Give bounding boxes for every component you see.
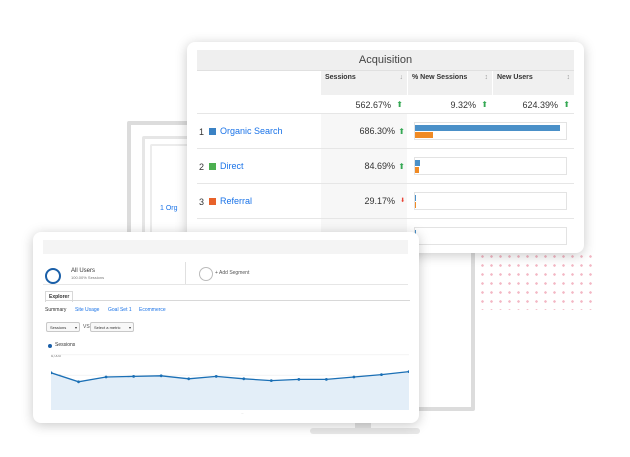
up-arrow-icon: ⬆: [398, 127, 405, 136]
channel-color-swatch: [209, 198, 216, 205]
total-new-users-value: 624.39%: [522, 100, 558, 110]
sessions-change-value: 29.17%: [364, 196, 395, 206]
segment-subtitle: 100.00% Sessions: [71, 275, 105, 280]
sessions-column-header[interactable]: Sessions ↓: [321, 71, 407, 95]
comparison-bar-orange: [415, 202, 416, 208]
sessions-point[interactable]: [242, 377, 246, 381]
sessions-label: Sessions: [325, 74, 356, 81]
sessions-point[interactable]: [104, 375, 108, 379]
comparison-bar-blue: [415, 125, 560, 131]
down-arrow-icon: ⬇: [399, 198, 405, 204]
total-new-users: 624.39% ⬆: [493, 96, 574, 112]
table-row[interactable]: 1 Organic Search 686.30% ⬆: [197, 113, 574, 149]
segment-title: All Users: [71, 268, 96, 274]
add-segment-icon[interactable]: [199, 267, 213, 281]
secondary-metric-select[interactable]: Select a metric ▾: [90, 322, 134, 332]
acquisition-header: Acquisition: [197, 50, 574, 71]
sessions-change: 29.17% ⬇: [321, 196, 407, 206]
channel-color-swatch: [209, 163, 216, 170]
comparison-bar-orange: [415, 167, 419, 173]
comparison-bar-blue: [415, 195, 416, 201]
sessions-change: 84.69% ⬆: [321, 161, 407, 171]
sessions-point[interactable]: [380, 373, 383, 376]
sessions-point[interactable]: [297, 378, 301, 381]
sessions-point[interactable]: [269, 379, 273, 382]
table-row[interactable]: 2 Direct 84.69% ⬆: [197, 148, 574, 184]
comparison-bar-container: [414, 227, 567, 245]
row-number: 3: [199, 197, 205, 207]
sessions-change-value: 84.69%: [364, 161, 395, 171]
up-arrow-icon: ⬆: [396, 100, 403, 109]
total-sessions: 562.67% ⬆: [321, 96, 407, 112]
row-number: 2: [199, 162, 205, 172]
new-sessions-label: % New Sessions: [412, 74, 468, 81]
tab-underline: [45, 300, 410, 301]
dot-pattern: [478, 252, 598, 310]
sessions-point[interactable]: [132, 375, 136, 378]
acquisition-card: Acquisition Sessions ↓ % New Sessions ↕ …: [187, 42, 584, 253]
new-sessions-column-header[interactable]: % New Sessions ↕: [408, 71, 492, 95]
segment-circle-icon[interactable]: [45, 268, 61, 284]
secondary-metric-value: Select a metric: [94, 325, 121, 330]
channel-link[interactable]: Organic Search: [220, 126, 283, 136]
subtab-summary[interactable]: Summary: [45, 307, 66, 313]
sessions-change-value: 686.30%: [359, 126, 395, 136]
channel-link[interactable]: Direct: [220, 161, 244, 171]
total-new-sessions-value: 9.32%: [450, 100, 476, 110]
sort-icon[interactable]: ↕: [485, 71, 489, 85]
metric-select[interactable]: Sessions ▾: [46, 322, 80, 332]
total-new-sessions: 9.32% ⬆: [408, 96, 492, 112]
total-sessions-value: 562.67%: [355, 100, 391, 110]
sessions-point[interactable]: [324, 378, 328, 381]
table-row[interactable]: 3 Referral 29.17% ⬇: [197, 183, 574, 219]
sessions-point[interactable]: [77, 380, 80, 384]
background-snippet: 1 Org: [160, 205, 178, 212]
comparison-bar-blue: [415, 160, 421, 166]
channel-link[interactable]: Referral: [220, 196, 252, 206]
legend-dot-icon: [48, 344, 52, 348]
up-arrow-icon: ⬆: [481, 100, 488, 109]
chevron-down-icon: ▾: [74, 325, 77, 330]
new-users-column-header[interactable]: New Users ↕: [493, 71, 574, 95]
add-segment-button[interactable]: + Add Segment: [215, 270, 249, 276]
comparison-bar-container: [414, 157, 567, 175]
subtab-goal-set-1[interactable]: Goal Set 1: [108, 307, 132, 313]
sort-icon[interactable]: ↕: [567, 71, 571, 85]
channel-color-swatch: [209, 128, 216, 135]
sort-down-icon[interactable]: ↓: [400, 71, 404, 85]
sessions-point[interactable]: [352, 375, 356, 379]
x-axis-label: ...: [241, 411, 244, 415]
new-users-label: New Users: [497, 74, 533, 81]
sessions-point[interactable]: [159, 374, 163, 378]
sessions-chart[interactable]: [51, 350, 409, 410]
column-headers: Sessions ↓ % New Sessions ↕ New Users ↕: [197, 71, 574, 95]
metric-select-value: Sessions: [50, 325, 67, 330]
subtab-ecommerce[interactable]: Ecommerce: [139, 307, 166, 313]
comparison-bar-orange: [415, 132, 434, 138]
monitor-base: [310, 428, 420, 434]
sessions-point[interactable]: [214, 375, 218, 378]
explorer-top-bar: [43, 240, 408, 254]
comparison-bar-container: [414, 192, 567, 210]
legend-label: Sessions: [55, 342, 76, 348]
row-number: 1: [199, 127, 205, 137]
explorer-card: All Users 100.00% Sessions + Add Segment…: [33, 232, 419, 423]
up-arrow-icon: ⬆: [398, 162, 405, 171]
chevron-down-icon: ▾: [128, 325, 131, 330]
subtab-site-usage[interactable]: Site Usage: [75, 307, 99, 313]
segment-divider: [185, 262, 186, 284]
up-arrow-icon: ⬆: [563, 100, 570, 109]
sessions-point[interactable]: [187, 377, 191, 381]
comparison-bar-container: [414, 122, 567, 140]
sessions-change: 686.30% ⬆: [321, 126, 407, 136]
